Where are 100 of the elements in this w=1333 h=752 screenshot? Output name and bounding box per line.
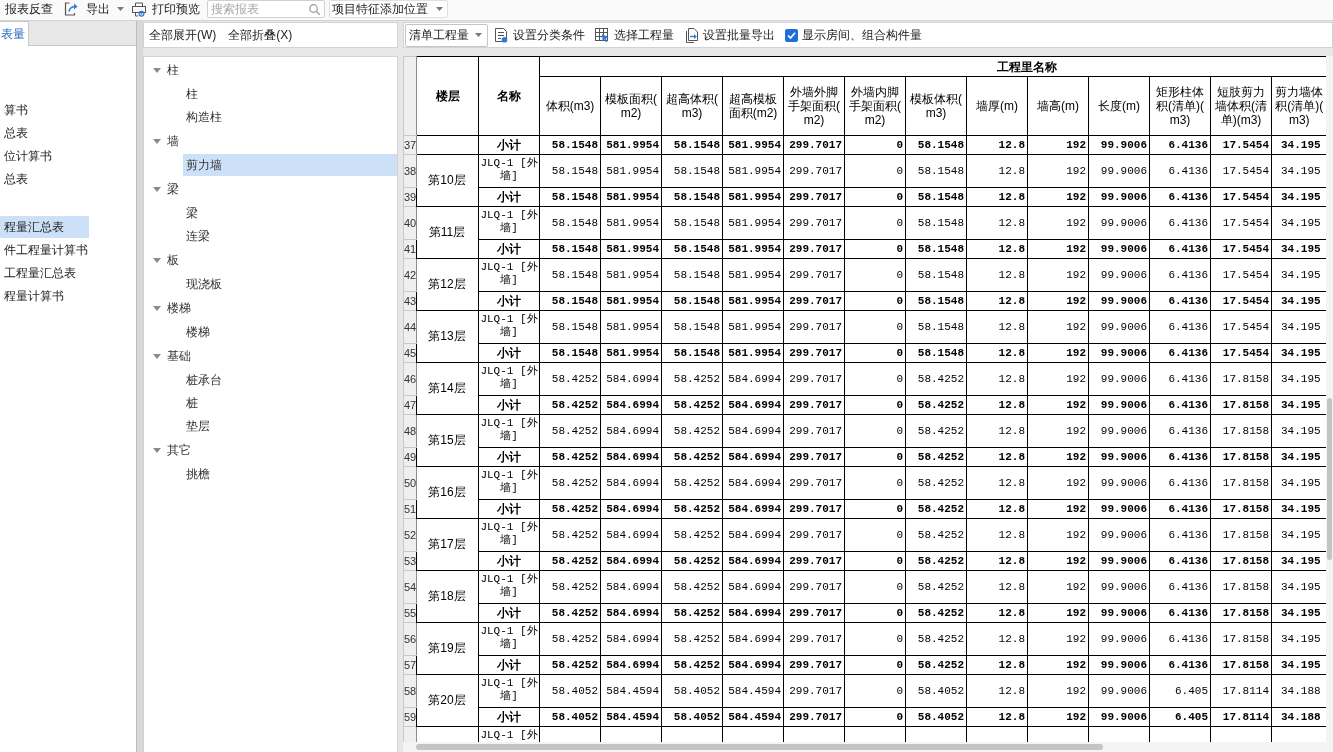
table-cell: 6.4136 [1149,343,1211,363]
table-cell: 17.5454 [1210,239,1272,259]
table-cell: 小计 [478,135,540,155]
tree-item[interactable]: 梁 [183,202,397,224]
table-cell: 小计 [478,447,540,467]
table-cell: 6.4136 [1149,570,1211,604]
tree-node[interactable]: 其它 [144,438,195,462]
caret-icon[interactable] [475,33,482,37]
table-cell: 581.9954 [600,239,662,259]
list-item[interactable]: 位计算书 [0,145,77,167]
table-cell: 584.6994 [722,466,784,500]
table-cell: 58.1548 [661,206,723,240]
list-item[interactable]: 工程量汇总表 [0,262,101,284]
table-cell: 584.6994 [600,395,662,415]
table-cell: JLQ-1 [外墙] [478,570,540,604]
tab[interactable]: 表量 [0,21,29,46]
table-cell: 192 [1027,310,1089,344]
table-cell: 小计 [478,499,540,519]
toolbar-button[interactable]: 报表反查 [5,0,53,18]
table-cell: 6.4136 [1149,414,1211,448]
toolbar-button[interactable]: 选择工程量 [595,26,674,44]
table-cell: 0 [844,707,906,727]
tree-item[interactable]: 垫层 [183,415,397,437]
table-cell: 0 [844,239,906,259]
caret-icon[interactable] [153,138,161,144]
checkbox[interactable] [785,28,798,42]
scrollbar-track[interactable] [1326,56,1333,742]
search-icon[interactable] [309,4,320,15]
table-cell: 58.1548 [539,154,601,188]
mode-dropdown[interactable]: 清单工程量 [405,23,488,47]
table-cell: 584.4594 [600,707,662,727]
caret-icon[interactable] [153,353,161,359]
column-header: 长度(m) [1088,76,1150,136]
table-cell: 99.9006 [1088,603,1150,623]
scrollbar-thumb[interactable] [1327,398,1332,560]
tree-item[interactable]: 柱 [183,83,397,105]
table-cell: 581.9954 [600,206,662,240]
table-cell: 12.8 [966,135,1028,155]
list-item[interactable]: 程量计算书 [0,285,89,307]
checkbox-label[interactable]: 显示房间、组合构件量 [802,26,922,44]
table-cell: 58.1548 [661,291,723,311]
list-item[interactable]: 程量汇总表 [0,216,89,238]
toolbar-button[interactable]: 设置批量导出 [684,26,775,44]
caret-icon[interactable] [153,447,161,453]
tree-item[interactable]: 构造柱 [183,106,397,128]
caret-icon[interactable] [153,186,161,192]
toolbar-button[interactable]: 打印预览 [132,0,200,18]
caret-icon[interactable] [153,67,161,73]
table-cell: 58.4252 [661,447,723,467]
caret-icon[interactable] [153,305,161,311]
table-cell: 6.4136 [1149,551,1211,571]
list-item[interactable]: 件工程量计算书 [0,239,113,261]
table-cell: 299.7017 [783,395,845,415]
table-cell: 581.9954 [722,154,784,188]
tree-item[interactable]: 剪力墙 [183,154,397,176]
tree-node[interactable]: 楼梯 [144,296,195,320]
table-cell: 58.1548 [905,258,967,292]
search-field[interactable]: 搜索报表 [207,0,325,18]
table-cell: 0 [844,570,906,604]
tree-item[interactable]: 连梁 [183,225,397,247]
table-cell: 17.8158 [1210,518,1272,552]
table-cell: 58.1548 [661,239,723,259]
toolbar-button[interactable]: 导出 [64,0,124,18]
tree-item[interactable]: 桩承台 [183,369,397,391]
tree-node[interactable]: 梁 [144,177,183,201]
table-cell: 12.8 [966,154,1028,188]
table-cell: 58.4252 [661,570,723,604]
table-cell: 99.9006 [1088,362,1150,396]
table-cell: 58.1548 [539,135,601,155]
table-cell: 小计 [478,655,540,675]
table-cell: 99.9006 [1088,154,1150,188]
list-item[interactable]: 算书 [0,99,53,121]
table-cell: 99.9006 [1088,258,1150,292]
tree-item[interactable]: 楼梯 [183,321,397,343]
dropdown-button[interactable]: 项目特征添加位置 [329,0,448,18]
list-item[interactable]: 总表 [0,122,53,144]
table-cell: 299.7017 [783,518,845,552]
table-cell: 99.9006 [1088,310,1150,344]
caret-icon[interactable] [153,257,161,263]
tree-node[interactable]: 基础 [144,344,195,368]
toolbar-button[interactable]: 全部展开(W) [149,26,217,44]
tree-item[interactable]: 现浇板 [183,273,397,295]
tree-node[interactable]: 柱 [144,58,183,82]
table-cell: 58.4252 [905,603,967,623]
table-cell: 58.4052 [539,674,601,708]
table-cell: 6.4136 [1149,499,1211,519]
tree-item[interactable]: 桩 [183,392,397,414]
caret-icon[interactable] [117,7,124,11]
table-cell: 17.8158 [1210,414,1272,448]
scrollbar-thumb[interactable] [416,744,1103,750]
list-item[interactable]: 总表 [0,168,53,190]
caret-icon[interactable] [436,7,443,11]
table-cell: 小计 [478,239,540,259]
tree-item[interactable]: 挑檐 [183,463,397,485]
tree-node[interactable]: 墙 [144,129,183,153]
toolbar-button[interactable]: 全部折叠(X) [228,26,293,44]
tree-node[interactable]: 板 [144,248,183,272]
toolbar-button[interactable]: 设置分类条件 [494,26,585,44]
table-cell: 581.9954 [600,310,662,344]
scrollbar-track[interactable] [403,742,1333,752]
